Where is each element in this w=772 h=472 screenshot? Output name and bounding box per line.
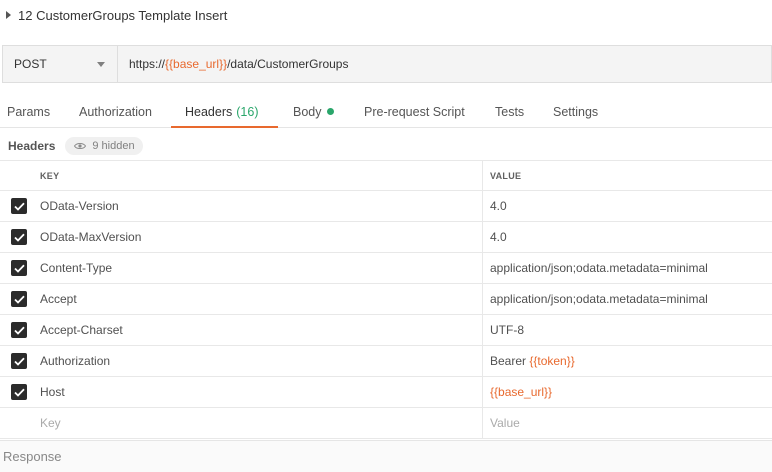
- header-value-cell[interactable]: application/json;odata.metadata=minimal: [483, 284, 772, 314]
- row-checkbox[interactable]: [11, 260, 27, 276]
- caret-right-icon[interactable]: [6, 11, 11, 19]
- header-value-cell[interactable]: 4.0: [483, 191, 772, 221]
- row-checkbox[interactable]: [11, 229, 27, 245]
- header-key-cell[interactable]: Accept-Charset: [34, 315, 483, 345]
- row-checkbox[interactable]: [11, 353, 27, 369]
- row-check-cell: [0, 191, 34, 221]
- method-select[interactable]: POST: [2, 45, 118, 83]
- header-value-cell[interactable]: application/json;odata.metadata=minimal: [483, 253, 772, 283]
- response-label: Response: [3, 449, 62, 464]
- header-value-cell[interactable]: UTF-8: [483, 315, 772, 345]
- table-row: Host {{base_url}}: [0, 377, 772, 408]
- tab-settings[interactable]: Settings: [539, 96, 619, 127]
- headers-table: KEY VALUE OData-Version 4.0 OData-MaxVer…: [0, 160, 772, 439]
- method-label: POST: [14, 57, 47, 71]
- table-row: Accept application/json;odata.metadata=m…: [0, 284, 772, 315]
- tab-label: Params: [7, 104, 51, 119]
- tab-label: Body: [293, 104, 322, 119]
- url-suffix: /data/CustomerGroups: [227, 57, 349, 71]
- request-title: 12 CustomerGroups Template Insert: [18, 7, 228, 23]
- response-panel-bar[interactable]: Response: [0, 440, 772, 472]
- table-row: Content-Type application/json;odata.meta…: [0, 253, 772, 284]
- tab-label: Tests: [495, 104, 525, 119]
- tab-headers[interactable]: Headers (16): [171, 96, 278, 128]
- new-key-input[interactable]: Key: [34, 408, 483, 438]
- table-header-row: KEY VALUE: [0, 160, 772, 191]
- tab-params[interactable]: Params: [7, 96, 79, 127]
- url-input[interactable]: https://{{base_url}}/data/CustomerGroups: [118, 45, 772, 83]
- new-value-input[interactable]: Value: [483, 408, 772, 438]
- tab-tests[interactable]: Tests: [480, 96, 539, 127]
- table-row: Accept-Charset UTF-8: [0, 315, 772, 346]
- value-variable: {{base_url}}: [490, 385, 553, 399]
- row-check-cell: [0, 315, 34, 345]
- header-value-cell[interactable]: Bearer {{token}}: [483, 346, 772, 376]
- row-check-cell: [0, 346, 34, 376]
- header-value-cell[interactable]: 4.0: [483, 222, 772, 252]
- eye-icon: [74, 142, 87, 150]
- header-key-cell[interactable]: Host: [34, 377, 483, 407]
- request-tabs: Params Authorization Headers (16) Body P…: [0, 96, 772, 128]
- tab-label: Headers: [185, 104, 233, 119]
- value-variable: {{token}}: [529, 354, 575, 368]
- row-checkbox[interactable]: [11, 291, 27, 307]
- row-check-cell: [0, 377, 34, 407]
- check-icon: [13, 357, 25, 366]
- check-icon: [13, 202, 25, 211]
- hidden-headers-toggle[interactable]: 9 hidden: [65, 137, 143, 155]
- tab-authorization[interactable]: Authorization: [79, 96, 171, 127]
- table-row: OData-Version 4.0: [0, 191, 772, 222]
- tab-label: Settings: [553, 104, 599, 119]
- dot-icon: [326, 108, 334, 115]
- header-key-cell[interactable]: Accept: [34, 284, 483, 314]
- header-key-cell[interactable]: OData-MaxVersion: [34, 222, 483, 252]
- table-row: OData-MaxVersion 4.0: [0, 222, 772, 253]
- row-check-cell: [0, 253, 34, 283]
- header-key-cell[interactable]: Content-Type: [34, 253, 483, 283]
- check-icon: [13, 326, 25, 335]
- column-header-value: VALUE: [490, 170, 522, 181]
- headers-section-label: Headers: [8, 139, 56, 153]
- header-check-cell: [0, 161, 34, 190]
- request-title-bar[interactable]: 12 CustomerGroups Template Insert: [0, 0, 772, 30]
- row-check-cell: [0, 222, 34, 252]
- tab-pre-request-script[interactable]: Pre-request Script: [349, 96, 480, 127]
- check-icon: [13, 388, 25, 397]
- url-prefix: https://: [129, 57, 166, 71]
- header-key-cell[interactable]: Authorization: [34, 346, 483, 376]
- row-checkbox[interactable]: [11, 198, 27, 214]
- row-checkbox[interactable]: [11, 384, 27, 400]
- chevron-down-icon: [97, 61, 105, 67]
- headers-section-bar: Headers 9 hidden: [0, 132, 772, 160]
- column-header-key: KEY: [34, 161, 483, 190]
- header-key-cell[interactable]: OData-Version: [34, 191, 483, 221]
- tab-headers-count: (16): [236, 104, 259, 119]
- check-icon: [13, 295, 25, 304]
- tab-label: Pre-request Script: [364, 104, 465, 119]
- url-variable: {{base_url}}: [165, 57, 228, 71]
- check-icon: [13, 233, 25, 242]
- row-checkbox[interactable]: [11, 322, 27, 338]
- row-check-cell: [0, 408, 34, 438]
- hidden-headers-count: 9 hidden: [92, 140, 135, 152]
- new-header-row: Key Value: [0, 408, 772, 439]
- table-row: Authorization Bearer {{token}}: [0, 346, 772, 377]
- url-row: POST https://{{base_url}}/data/CustomerG…: [2, 45, 772, 83]
- tab-label: Authorization: [79, 104, 152, 119]
- tab-body[interactable]: Body: [278, 96, 349, 127]
- check-icon: [13, 264, 25, 273]
- header-value-cell[interactable]: {{base_url}}: [483, 377, 772, 407]
- value-prefix: Bearer: [490, 354, 530, 368]
- row-check-cell: [0, 284, 34, 314]
